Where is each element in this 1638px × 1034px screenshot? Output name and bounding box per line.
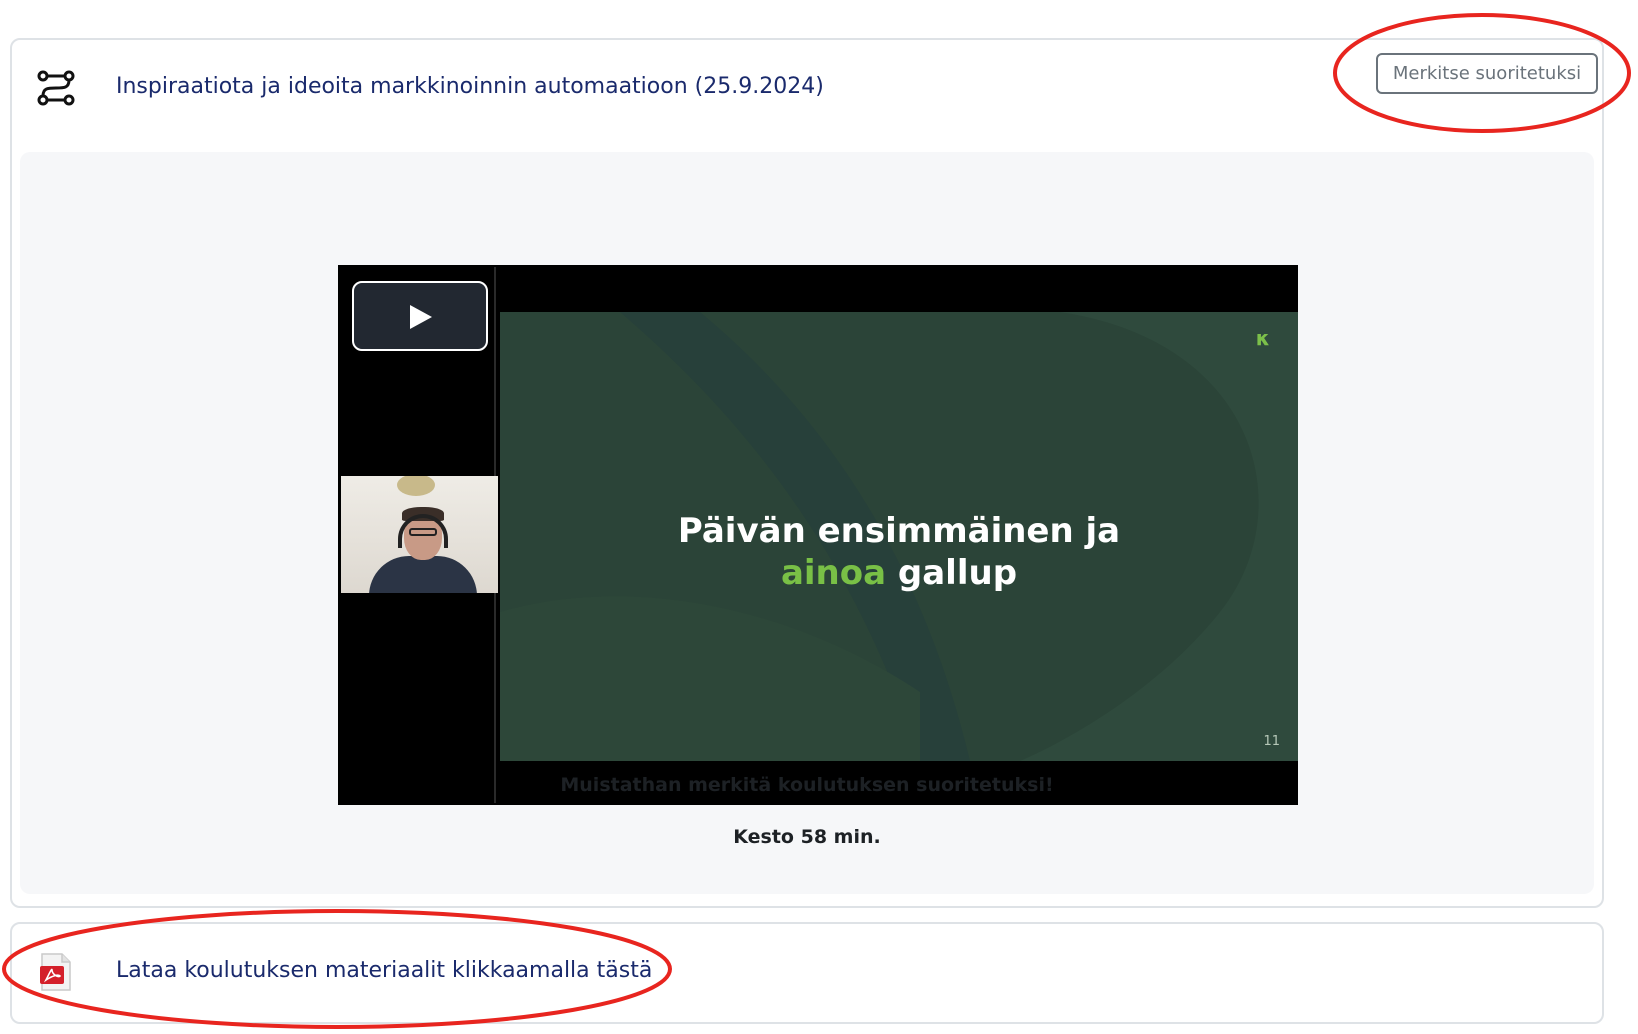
workflow-icon — [37, 70, 75, 106]
play-icon — [410, 305, 432, 329]
activity-title-link[interactable]: Inspiraatiota ja ideoita markkinoinnin a… — [116, 74, 824, 99]
activity-card-materials: Lataa koulutuksen materiaalit klikkaamal… — [10, 922, 1604, 1024]
slide-number: 11 — [1263, 734, 1280, 749]
slide-title-line2-rest: gallup — [886, 553, 1018, 593]
slide-title-line1: Päivän ensimmäinen ja — [677, 511, 1121, 551]
pdf-icon — [40, 953, 71, 991]
presentation-slide: κ Päivän ensimmäinen ja ainoa gallup 11 — [500, 312, 1298, 761]
ceiling-lamp — [397, 476, 435, 496]
slide-title-highlight: ainoa — [780, 553, 887, 593]
slide-logo: κ — [1255, 326, 1270, 350]
glasses-icon — [409, 528, 437, 536]
presenter-body — [369, 556, 477, 593]
mark-complete-button[interactable]: Merkitse suoritetuksi — [1376, 53, 1598, 94]
download-materials-link[interactable]: Lataa koulutuksen materiaalit klikkaamal… — [116, 958, 652, 983]
slide-title: Päivän ensimmäinen ja ainoa gallup — [500, 510, 1298, 594]
completion-reminder: Muistathan merkitä koulutuksen suoritetu… — [560, 774, 1054, 796]
slide-title-line2: ainoa gallup — [500, 552, 1298, 594]
play-button[interactable] — [352, 281, 488, 351]
presenter-webcam — [341, 476, 498, 593]
duration-text: Kesto 58 min. — [733, 826, 881, 848]
video-player[interactable]: κ Päivän ensimmäinen ja ainoa gallup 11 — [338, 265, 1298, 805]
activity-description: κ Päivän ensimmäinen ja ainoa gallup 11 … — [20, 152, 1594, 894]
activity-card-recording: Inspiraatiota ja ideoita markkinoinnin a… — [10, 38, 1604, 908]
